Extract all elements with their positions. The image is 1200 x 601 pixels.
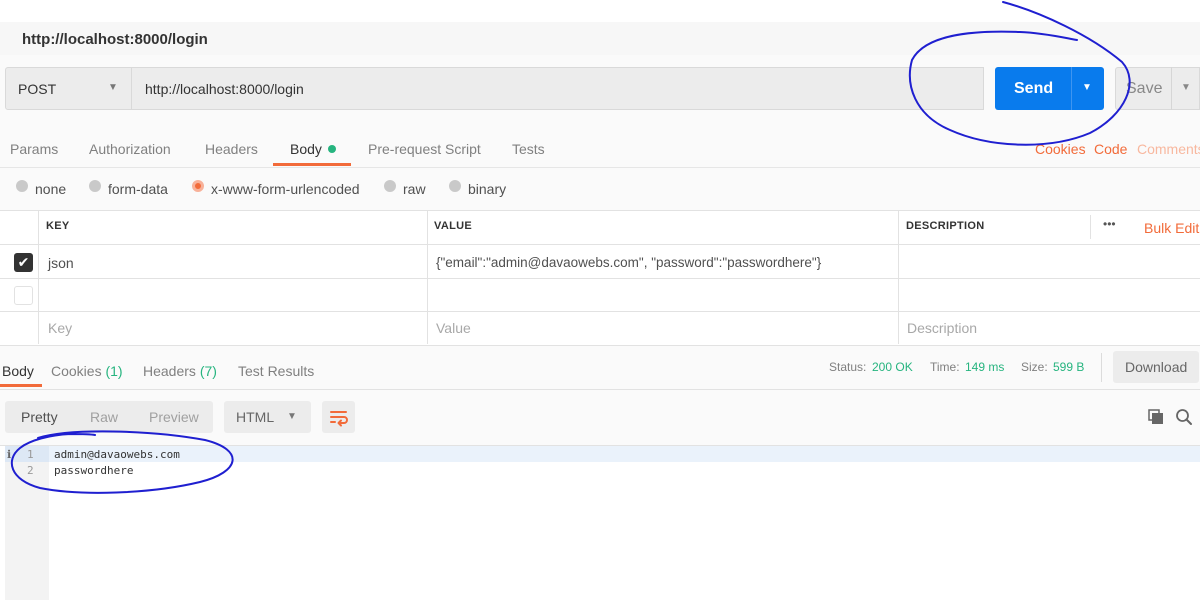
radio-form-data-label: form-data <box>108 181 168 197</box>
time-label: Time: <box>930 360 960 374</box>
response-body-editor[interactable] <box>0 445 1200 601</box>
tab-body-label: Body <box>290 141 322 157</box>
fold-icon[interactable]: ℹ <box>7 448 11 461</box>
tab-headers[interactable]: Headers <box>205 141 258 157</box>
table-divider <box>0 278 1200 279</box>
time-value: 149 ms <box>965 360 1005 374</box>
column-divider <box>38 211 39 344</box>
tab-params[interactable]: Params <box>10 141 58 157</box>
code-line: admin@davaowebs.com <box>54 448 180 461</box>
status-label: Status: <box>829 360 867 374</box>
response-tab-cookies-label: Cookies <box>51 363 102 379</box>
radio-x-www-form-urlencoded-label: x-www-form-urlencoded <box>211 181 360 197</box>
tab-authorization[interactable]: Authorization <box>89 141 171 157</box>
response-tab-cookies[interactable]: Cookies (1) <box>51 363 123 379</box>
code-line: passwordhere <box>54 464 134 477</box>
format-value: HTML <box>236 409 275 425</box>
chevron-down-icon: ▼ <box>287 411 297 422</box>
row-checkbox[interactable] <box>14 286 33 305</box>
radio-raw[interactable] <box>384 180 396 192</box>
radio-none-label: none <box>35 181 67 197</box>
radio-form-data[interactable] <box>89 180 101 192</box>
comments-link[interactable]: Comments <box>1137 141 1200 157</box>
value-placeholder[interactable]: Value <box>436 320 471 336</box>
radio-raw-label: raw <box>403 181 426 197</box>
radio-binary-label: binary <box>468 181 507 197</box>
size-value: 599 B <box>1053 360 1085 374</box>
send-label: Send <box>1014 80 1054 97</box>
cookies-count: (1) <box>105 363 123 379</box>
status-value: 200 OK <box>872 360 913 374</box>
tab-tests[interactable]: Tests <box>512 141 545 157</box>
line-number: 2 <box>27 464 34 477</box>
body-type-row <box>0 168 1200 210</box>
tab-pre-request-script[interactable]: Pre-request Script <box>368 141 481 157</box>
request-tabs <box>0 123 1200 168</box>
tab-active-underline <box>273 163 351 166</box>
active-line-highlight <box>49 446 1200 462</box>
view-preview[interactable]: Preview <box>149 409 199 425</box>
save-dropdown-icon[interactable]: ▼ <box>1181 82 1191 93</box>
column-header-key: KEY <box>46 220 70 232</box>
table-divider <box>0 311 1200 312</box>
radio-binary[interactable] <box>449 180 461 192</box>
method-value: POST <box>18 81 57 97</box>
column-divider <box>1090 215 1091 239</box>
send-divider <box>1071 67 1072 110</box>
request-title[interactable]: http://localhost:8000/login <box>22 31 208 48</box>
column-header-value: VALUE <box>434 220 472 232</box>
body-indicator-dot <box>327 145 336 153</box>
radio-none[interactable] <box>16 180 28 192</box>
wrap-lines-icon <box>330 411 348 427</box>
description-placeholder[interactable]: Description <box>907 320 977 336</box>
status-divider <box>1101 353 1102 382</box>
column-header-description: DESCRIPTION <box>906 220 985 232</box>
chevron-down-icon: ▼ <box>108 82 118 93</box>
url-value: http://localhost:8000/login <box>145 81 304 97</box>
row-checkbox-checked[interactable]: ✔ <box>14 253 33 272</box>
view-raw[interactable]: Raw <box>90 409 118 425</box>
param-key[interactable]: json <box>48 255 74 271</box>
column-divider <box>427 211 428 344</box>
send-dropdown-icon[interactable]: ▼ <box>1082 82 1092 93</box>
save-divider <box>1171 67 1172 110</box>
save-label: Save <box>1126 80 1163 97</box>
response-tab-headers[interactable]: Headers (7) <box>143 363 217 379</box>
bulk-edit-link[interactable]: Bulk Edit <box>1144 220 1199 236</box>
size-label: Size: <box>1021 360 1048 374</box>
search-icon[interactable] <box>1175 408 1193 431</box>
param-value[interactable]: {"email":"admin@davaowebs.com", "passwor… <box>436 255 821 270</box>
more-options-icon[interactable]: ••• <box>1103 217 1116 231</box>
response-tab-test-results[interactable]: Test Results <box>238 363 314 379</box>
key-placeholder[interactable]: Key <box>48 320 72 336</box>
cookies-link[interactable]: Cookies <box>1035 141 1086 157</box>
radio-x-www-form-urlencoded[interactable] <box>192 180 204 192</box>
table-divider <box>0 244 1200 245</box>
code-link[interactable]: Code <box>1094 141 1127 157</box>
view-pretty[interactable]: Pretty <box>21 409 58 425</box>
copy-icon[interactable] <box>1147 408 1165 431</box>
response-tab-headers-label: Headers <box>143 363 196 379</box>
wrap-lines-button[interactable] <box>322 401 355 433</box>
column-divider <box>898 211 899 344</box>
response-tab-underline <box>0 384 42 387</box>
response-tab-body[interactable]: Body <box>2 363 34 379</box>
line-number: 1 <box>27 448 34 461</box>
download-label: Download <box>1125 359 1188 375</box>
tab-body[interactable]: Body <box>290 141 336 157</box>
headers-count: (7) <box>199 363 217 379</box>
